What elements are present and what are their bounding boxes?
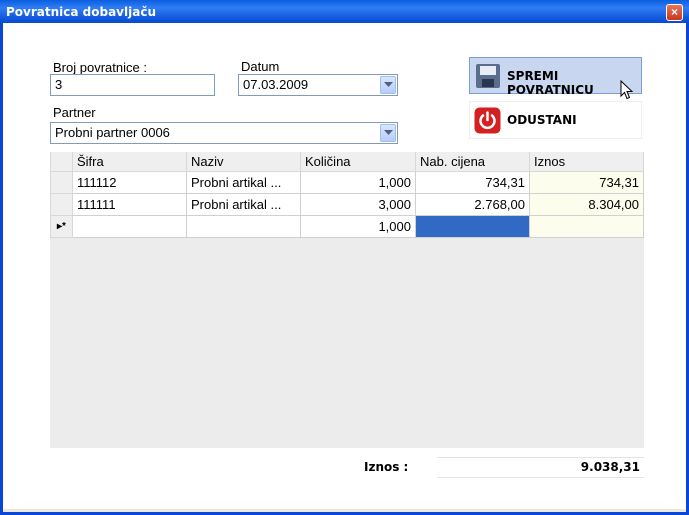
cell-kolicina[interactable]: 1,000 [300,215,416,238]
cell-iznos[interactable] [529,215,644,238]
partner-select[interactable]: Probni partner 0006 [50,122,398,144]
total-label: Iznos : [364,460,409,474]
column-header-naziv[interactable]: Naziv [186,152,301,172]
items-table: Šifra Naziv Količina Nab. cijena Iznos 1… [50,152,644,238]
row-header-corner [50,152,73,172]
column-header-cijena[interactable]: Nab. cijena [415,152,530,172]
cell-cijena[interactable]: 734,31 [415,171,530,194]
cell-sifra[interactable]: 111112 [72,171,187,194]
column-header-kolicina[interactable]: Količina [300,152,416,172]
dialog-window: Povratnica dobavljaču × Broj povratnice … [0,0,689,515]
power-icon [474,107,501,134]
cell-naziv[interactable] [186,215,301,238]
partner-label: Partner [53,105,96,120]
row-header[interactable] [50,193,73,216]
row-header[interactable] [50,171,73,194]
cell-cijena[interactable]: 2.768,00 [415,193,530,216]
table-row[interactable]: 111111 Probni artikal ... 3,000 2.768,00… [50,193,644,216]
save-button[interactable]: SPREMI POVRATNICU [469,57,642,100]
cell-cijena-selected[interactable] [415,215,530,238]
close-button[interactable]: × [666,4,683,21]
total-value: 9.038,31 [437,457,644,478]
floppy-disk-icon [476,64,500,88]
column-header-iznos[interactable]: Iznos [529,152,644,172]
header-row: Šifra Naziv Količina Nab. cijena Iznos [50,152,644,172]
cell-naziv[interactable]: Probni artikal ... [186,171,301,194]
cell-sifra[interactable] [72,215,187,238]
datum-value: 07.03.2009 [243,77,309,92]
window-title: Povratnica dobavljaču [6,5,156,19]
datum-picker[interactable]: 07.03.2009 [238,74,398,96]
new-row[interactable]: ▸* 1,000 [50,215,644,238]
cancel-button-label: ODUSTANI [507,113,577,127]
table-row[interactable]: 111112 Probni artikal ... 1,000 734,31 7… [50,171,644,194]
cell-iznos[interactable]: 8.304,00 [529,193,644,216]
mouse-cursor-icon [620,80,634,100]
chevron-down-icon[interactable] [380,124,396,142]
column-header-sifra[interactable]: Šifra [72,152,187,172]
broj-input[interactable]: 3 [50,74,215,96]
dialog-content: Broj povratnice : 3 Datum 07.03.2009 Par… [3,23,686,509]
chevron-down-icon[interactable] [380,76,396,94]
cell-iznos[interactable]: 734,31 [529,171,644,194]
new-row-indicator-icon: ▸* [50,215,73,238]
datum-label: Datum [241,59,280,74]
cancel-button[interactable]: ODUSTANI [469,101,642,139]
cell-sifra[interactable]: 111111 [72,193,187,216]
partner-value: Probni partner 0006 [55,125,170,140]
items-grid[interactable]: Šifra Naziv Količina Nab. cijena Iznos 1… [50,152,644,448]
cell-kolicina[interactable]: 1,000 [300,171,416,194]
cell-naziv[interactable]: Probni artikal ... [186,193,301,216]
cell-kolicina[interactable]: 3,000 [300,193,416,216]
broj-label: Broj povratnice : [53,60,147,75]
